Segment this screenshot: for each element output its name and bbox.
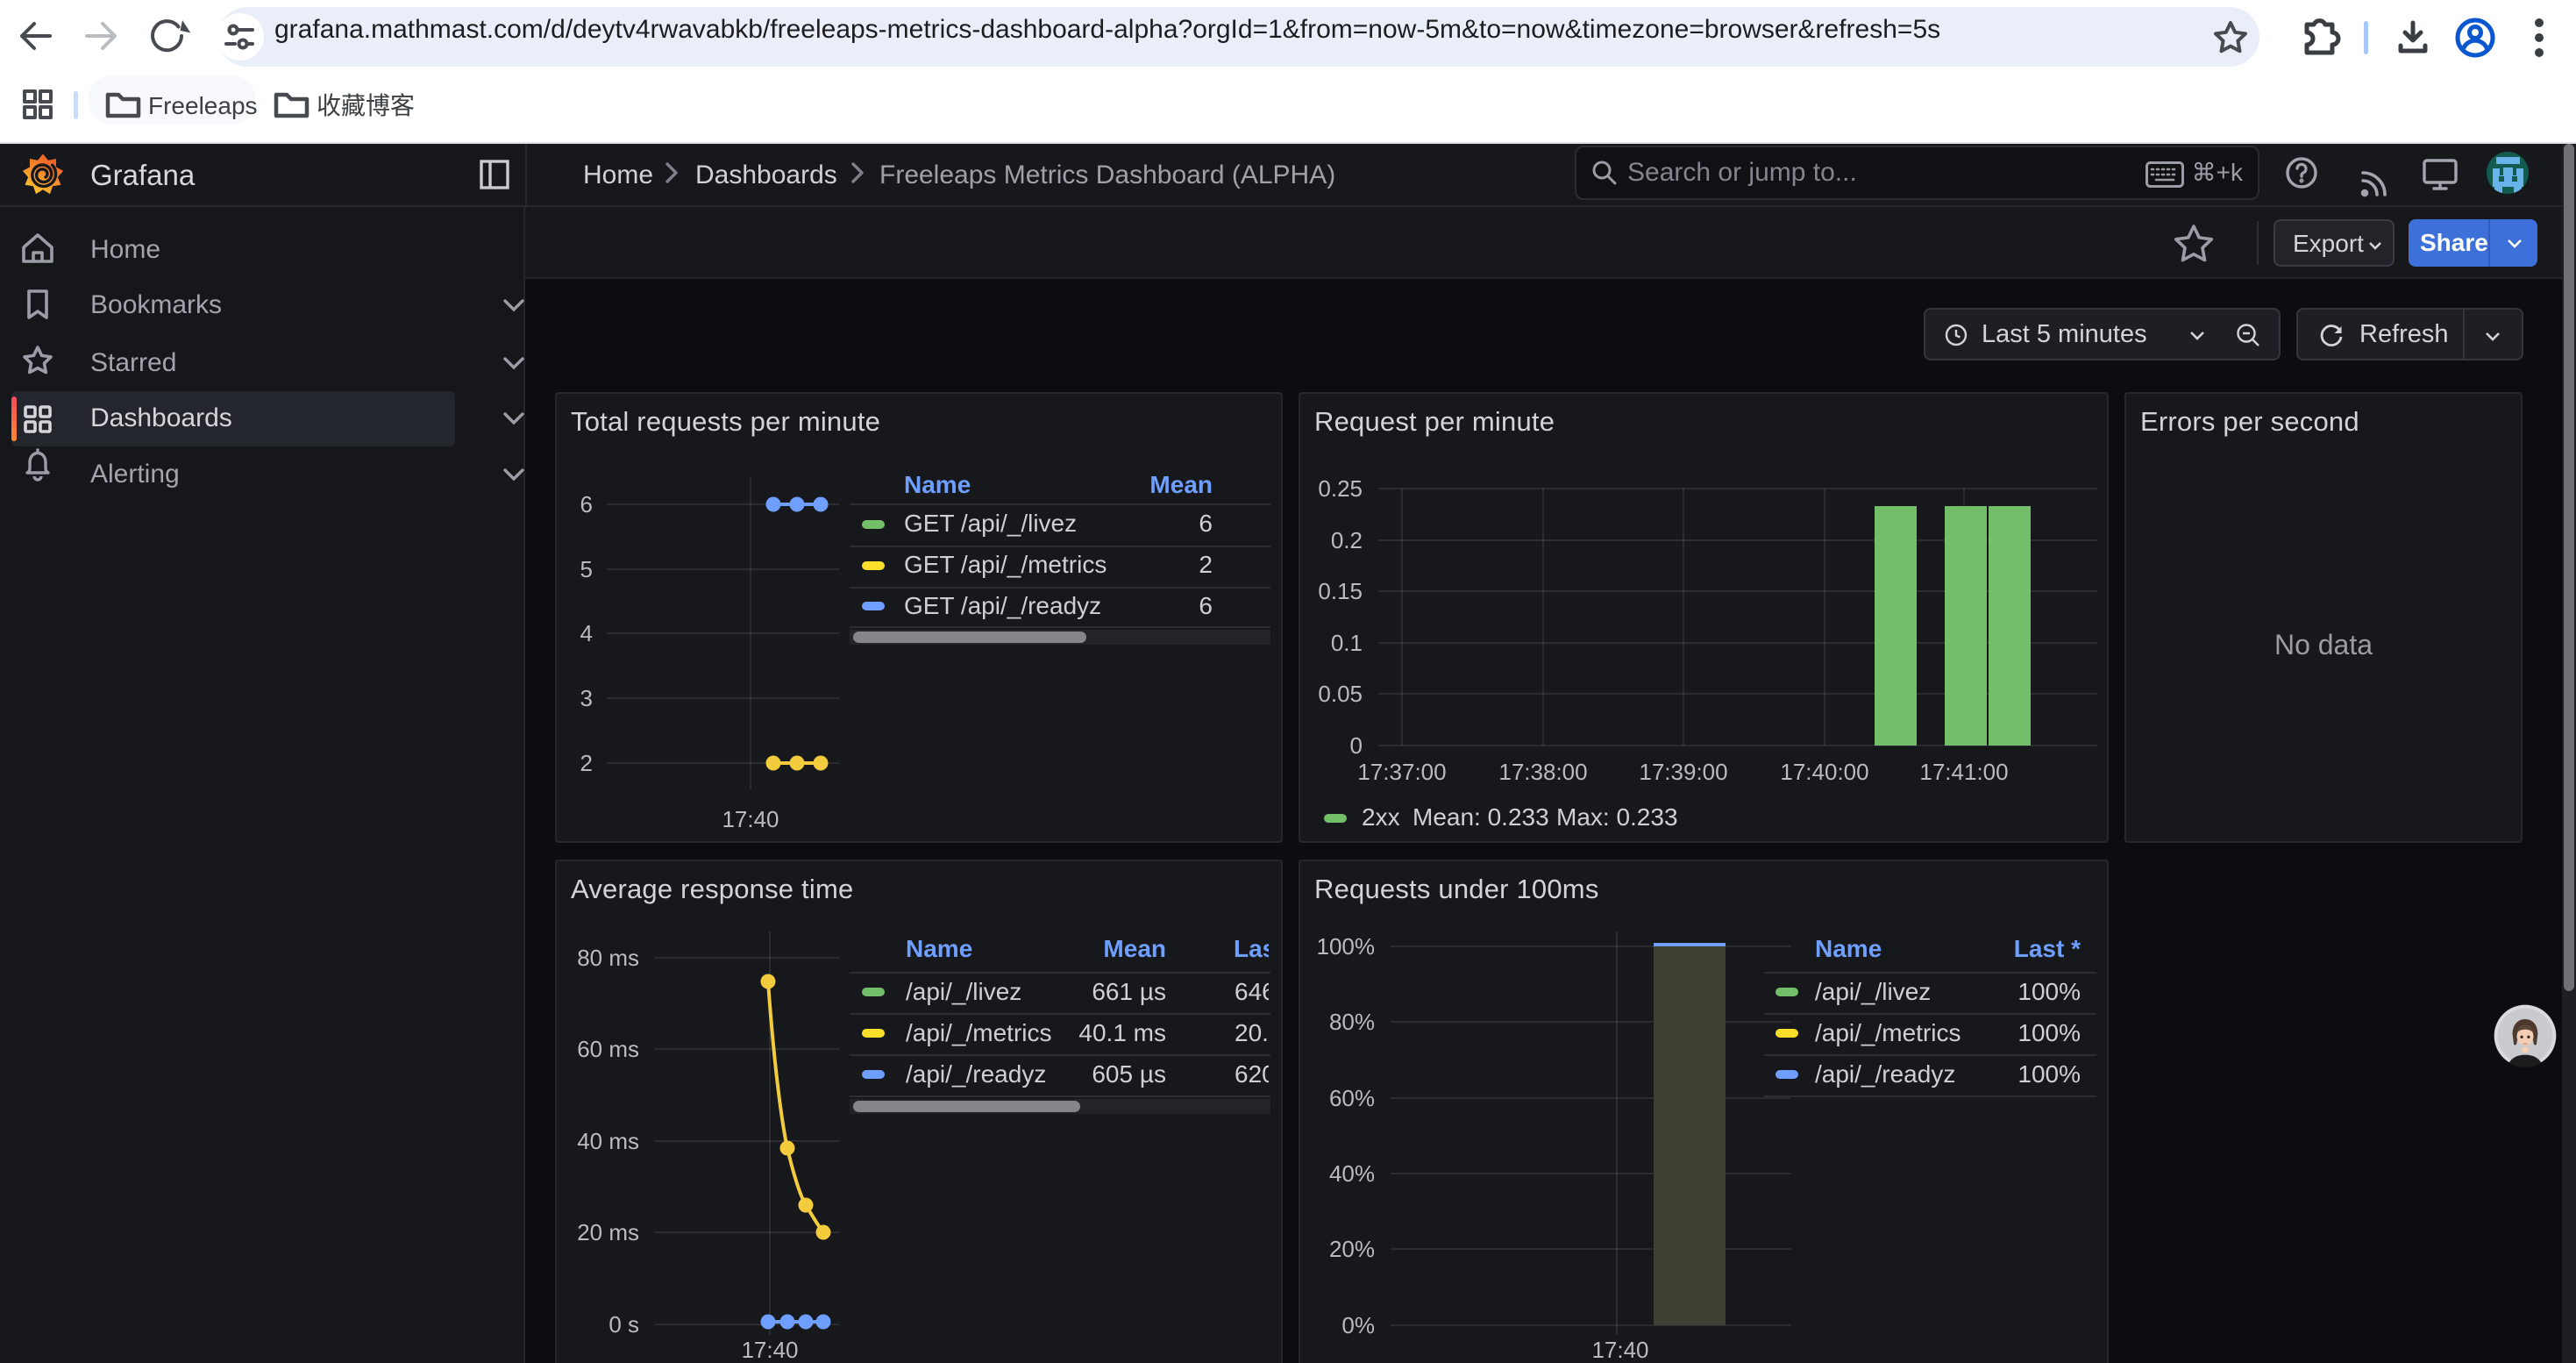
svg-text:17:40: 17:40 — [1591, 1337, 1648, 1361]
svg-text:0 s: 0 s — [608, 1311, 639, 1338]
svg-text:3: 3 — [580, 685, 593, 711]
svg-text:0.15: 0.15 — [1318, 578, 1363, 604]
svg-text:0%: 0% — [1341, 1312, 1375, 1338]
svg-text:4: 4 — [580, 620, 593, 646]
svg-text:80%: 80% — [1329, 1009, 1375, 1035]
svg-text:17:40: 17:40 — [741, 1337, 798, 1361]
svg-text:0.1: 0.1 — [1331, 630, 1363, 656]
svg-text:0.25: 0.25 — [1318, 475, 1363, 502]
svg-text:5: 5 — [580, 556, 593, 582]
svg-text:17:41:00: 17:41:00 — [1919, 759, 2008, 785]
svg-text:80 ms: 80 ms — [577, 945, 639, 971]
svg-text:20 ms: 20 ms — [577, 1219, 639, 1245]
svg-text:17:40:00: 17:40:00 — [1780, 759, 1868, 785]
svg-text:40 ms: 40 ms — [577, 1128, 639, 1154]
svg-text:0.2: 0.2 — [1331, 527, 1363, 553]
svg-text:2: 2 — [580, 750, 593, 776]
svg-text:20%: 20% — [1329, 1236, 1375, 1262]
svg-text:6: 6 — [580, 491, 593, 517]
svg-text:100%: 100% — [1317, 933, 1376, 960]
svg-text:40%: 40% — [1329, 1160, 1375, 1187]
svg-text:0: 0 — [1350, 732, 1363, 759]
svg-text:17:38:00: 17:38:00 — [1498, 759, 1587, 785]
svg-text:17:37:00: 17:37:00 — [1357, 759, 1446, 785]
svg-text:17:40: 17:40 — [722, 806, 779, 832]
svg-text:60 ms: 60 ms — [577, 1036, 639, 1062]
svg-text:17:39:00: 17:39:00 — [1639, 759, 1727, 785]
svg-text:60%: 60% — [1329, 1085, 1375, 1111]
svg-text:0.05: 0.05 — [1318, 681, 1363, 707]
